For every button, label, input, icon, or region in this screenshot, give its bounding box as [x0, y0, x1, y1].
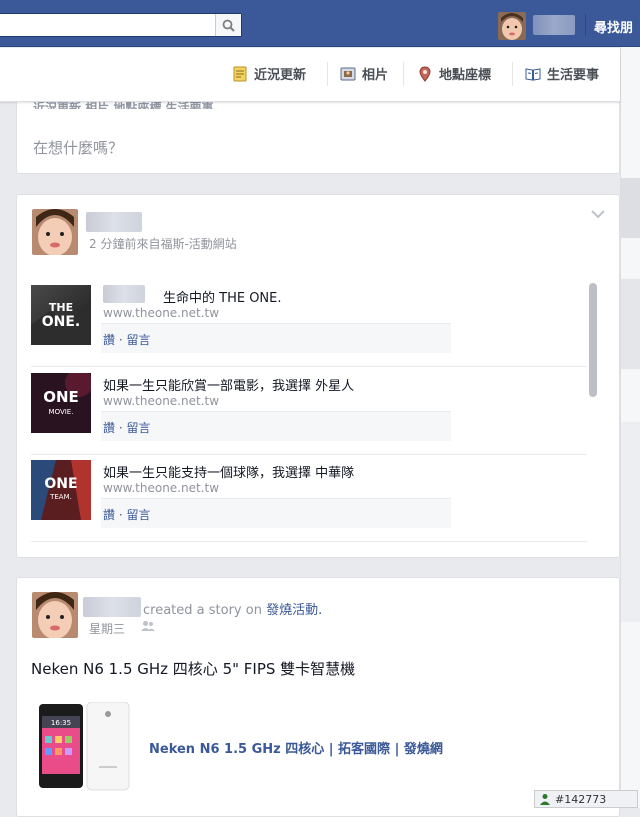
top-navigation-bar: 尋找朋 [0, 0, 640, 47]
tab-place-label: 地點座標 [439, 64, 491, 83]
composer-input[interactable]: 在想什麼嗎？ [33, 137, 123, 158]
story-thumbnail[interactable]: ONE TEAM. [31, 460, 91, 520]
post-text: Neken N6 1.5 GHz 四核心 5" FIPS 雙卡智慧機 [31, 658, 355, 679]
stories-scrollbar[interactable] [589, 283, 597, 397]
poster-name-redacted[interactable] [86, 212, 142, 232]
svg-text:ONE.: ONE. [42, 314, 81, 330]
product-link-title[interactable]: Neken N6 1.5 GHz 四核心 | 拓客國際 | 發燒網 [149, 738, 443, 757]
profile-name-redacted[interactable] [533, 15, 575, 35]
tab-life-event[interactable]: 生活要事 [525, 64, 599, 83]
right-sidebar-strip [620, 47, 640, 808]
story-actions-bar [101, 323, 451, 353]
tab-status-label: 近況更新 [254, 64, 306, 83]
list-item[interactable]: ONE TEAM. 如果一生只能支持一個球隊，我選擇 中華隊 www.theon… [31, 456, 587, 542]
story-actions[interactable]: 讚 · 留言 [103, 419, 150, 436]
search-button[interactable] [215, 14, 241, 36]
status-icon [232, 66, 248, 82]
post-timestamp[interactable]: 星期三 [89, 620, 125, 637]
list-item[interactable]: THE ONE. 生命中的 THE ONE. www.theone.net.tw… [31, 281, 587, 367]
tab-place[interactable]: 地點座標 [417, 64, 491, 83]
svg-text:ONE: ONE [43, 388, 79, 406]
profile-avatar[interactable] [498, 12, 526, 40]
watermark-text: #142773 [555, 793, 606, 806]
product-image[interactable]: 16:35 [39, 702, 85, 792]
post-action-text: created a story on 發燒活動. [143, 599, 322, 618]
svg-text:MOVIE.: MOVIE. [49, 408, 74, 416]
feed-post: created a story on 發燒活動. 星期三 Neken N6 1.… [16, 577, 620, 817]
svg-text:TEAM.: TEAM. [49, 493, 72, 501]
action-target-link[interactable]: 發燒活動. [266, 603, 322, 618]
story-actions[interactable]: 讚 · 留言 [103, 331, 150, 348]
poster-avatar[interactable] [32, 592, 78, 638]
topbar-divider [585, 14, 586, 36]
list-item[interactable]: ONE MOVIE. 如果一生只能欣賞一部電影，我選擇 外星人 www.theo… [31, 369, 587, 455]
story-name-redacted [103, 285, 145, 303]
composer-tabs: 近況更新 相片 地點座標 生活要事 [0, 48, 620, 102]
story-actions[interactable]: 讚 · 留言 [103, 506, 150, 523]
photo-icon [340, 66, 356, 82]
story-title[interactable]: 如果一生只能欣賞一部電影，我選擇 外星人 [103, 375, 354, 394]
find-friends-link[interactable]: 尋找朋 [594, 17, 633, 36]
story-thumbnail[interactable]: THE ONE. [31, 285, 91, 345]
story-actions-bar [101, 498, 451, 528]
story-domain: www.theone.net.tw [103, 306, 219, 320]
composer-card: 近況更新 相片 地點座標 生活要事 在想什麼嗎？ [16, 96, 620, 174]
phone-clock: 16:35 [51, 719, 71, 727]
feed-post: 2 分鐘前來自福斯-活動網站 THE ONE. 生命中的 THE ONE. ww… [16, 194, 620, 558]
story-title[interactable]: 生命中的 THE ONE. [163, 287, 282, 306]
tab-life-event-label: 生活要事 [547, 64, 599, 83]
search-input[interactable] [0, 13, 242, 37]
svg-text:ONE: ONE [44, 476, 77, 492]
post-timestamp[interactable]: 2 分鐘前來自福斯-活動網站 [89, 235, 237, 252]
action-text: created a story on [143, 603, 262, 618]
story-domain: www.theone.net.tw [103, 394, 219, 408]
story-domain: www.theone.net.tw [103, 481, 219, 495]
tab-photos-label: 相片 [362, 64, 388, 83]
svg-text:THE: THE [49, 301, 73, 314]
poster-name-redacted[interactable] [83, 597, 141, 617]
person-icon [539, 793, 551, 805]
audience-friends-icon[interactable] [141, 620, 155, 632]
watermark-badge: #142773 [534, 790, 638, 808]
tab-status[interactable]: 近況更新 [232, 64, 306, 83]
story-title[interactable]: 如果一生只能支持一個球隊，我選擇 中華隊 [103, 462, 354, 481]
tab-photos[interactable]: 相片 [340, 64, 388, 83]
life-event-icon [525, 66, 541, 82]
search-icon [222, 19, 235, 32]
chevron-down-icon[interactable] [591, 209, 605, 219]
story-thumbnail[interactable]: ONE MOVIE. [31, 373, 91, 433]
story-actions-bar [101, 411, 451, 441]
poster-avatar[interactable] [32, 209, 78, 255]
place-pin-icon [417, 66, 433, 82]
